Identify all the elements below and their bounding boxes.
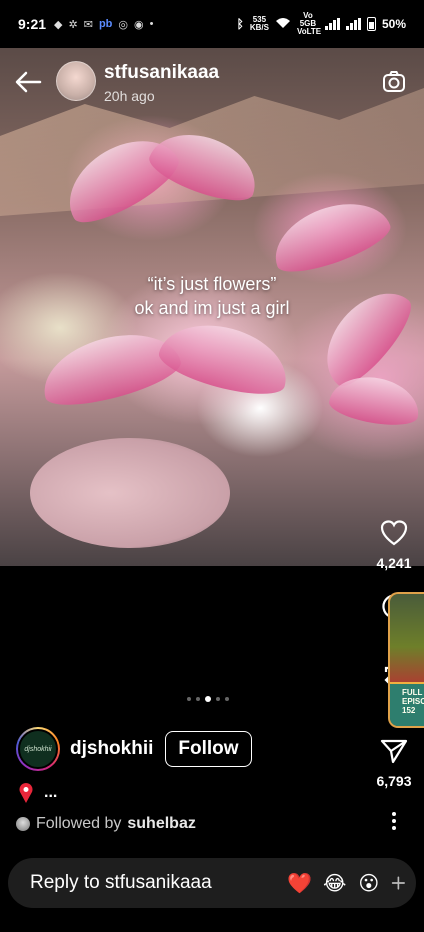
lily-petal	[154, 312, 296, 404]
lily-petal	[34, 320, 186, 416]
location-text: ...	[44, 784, 58, 801]
status-bar: 9:21 ◆ ✲ ✉ pb ◎ ◉ • ᛒ 535 KB/S Vo 5GB Vo…	[0, 0, 424, 48]
story-author-avatar[interactable]	[56, 61, 96, 101]
caption-line-1: “it’s just flowers”	[147, 274, 277, 294]
lily-petal	[264, 189, 396, 282]
story-caption: “it’s just flowers” ok and im just a gir…	[0, 272, 424, 320]
more-options-icon[interactable]	[386, 810, 402, 832]
notification-icon: ◆	[54, 18, 63, 31]
gear-icon: ✲	[68, 18, 78, 31]
caption-line-2: ok and im just a girl	[134, 298, 290, 318]
mail-icon: ✉	[83, 18, 93, 31]
bluetooth-icon: ᛒ	[236, 17, 244, 31]
circle-icon: ◉	[134, 18, 144, 31]
sync-icon: ◎	[118, 18, 128, 31]
dot-icon: •	[149, 18, 154, 30]
carousel-dot	[187, 697, 191, 701]
follow-button[interactable]: Follow	[165, 731, 252, 767]
laugh-emoji-button[interactable]: 😂	[323, 871, 346, 896]
carousel-dot-active	[205, 696, 211, 702]
signal-icon-1	[324, 18, 340, 30]
hand	[30, 438, 230, 548]
heart-emoji-button[interactable]: ❤️	[287, 871, 312, 896]
carousel-dot	[216, 697, 220, 701]
share-count: 6,793	[376, 773, 412, 789]
story-time: 20h ago	[104, 88, 155, 104]
wifi-icon	[275, 17, 291, 32]
battery-icon	[366, 17, 376, 31]
carousel-dots	[187, 696, 229, 702]
status-notification-icons: ◆ ✲ ✉ pb ◎ ◉ •	[54, 18, 153, 31]
like-action[interactable]: 4,241	[364, 520, 424, 571]
followed-by-row[interactable]: Followed by suhelbaz	[16, 815, 196, 833]
author-row: djshokhii djshokhii Follow	[16, 726, 252, 772]
carousel-dot	[225, 697, 229, 701]
share-action[interactable]: 6,793	[364, 738, 424, 789]
location-row[interactable]: ...	[18, 782, 57, 804]
author-avatar[interactable]: djshokhii	[16, 727, 60, 771]
author-avatar-text: djshokhii	[18, 729, 58, 769]
plus-icon[interactable]	[391, 874, 406, 892]
pb-icon: pb	[98, 18, 113, 30]
status-system-icons: ᛒ 535 KB/S Vo 5GB VoLTE 50%	[237, 12, 406, 36]
camera-icon[interactable]	[382, 70, 406, 94]
ad-widget-badge: FULL EPISOD 152	[390, 682, 424, 726]
wow-emoji-button[interactable]: 😮	[358, 871, 379, 896]
battery-percent: 50%	[381, 17, 406, 31]
carousel-dot	[196, 697, 200, 701]
volte-indicator: Vo 5GB VoLTE	[296, 11, 322, 36]
net-speed: 535 KB/S	[249, 15, 269, 32]
like-count: 4,241	[376, 555, 412, 571]
status-time: 9:21	[18, 16, 47, 32]
reply-input[interactable]	[30, 872, 275, 894]
signal-icon-2	[345, 18, 361, 30]
send-icon[interactable]	[380, 738, 408, 764]
location-pin-icon	[19, 783, 33, 803]
follower-name[interactable]: suhelbaz	[127, 815, 195, 833]
reply-bar: ❤️ 😂 😮	[8, 858, 416, 908]
follower-avatar	[16, 817, 30, 831]
back-arrow-icon[interactable]	[14, 70, 42, 94]
story-username[interactable]: stfusanikaaa	[104, 62, 219, 84]
floating-ad-widget[interactable]: FULL EPISOD 152	[388, 592, 424, 728]
story-header: stfusanikaaa 20h ago	[0, 58, 424, 108]
followed-by-label: Followed by	[36, 815, 122, 832]
heart-icon[interactable]	[380, 520, 408, 546]
author-name[interactable]: djshokhii	[70, 738, 153, 760]
